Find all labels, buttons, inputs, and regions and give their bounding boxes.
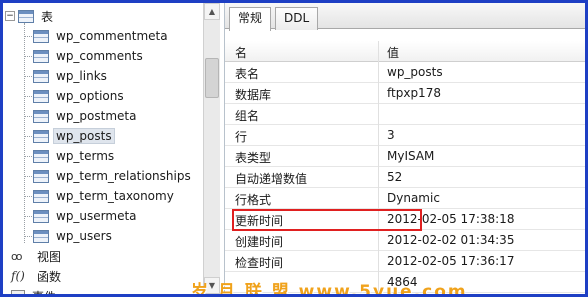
highlight-box	[232, 209, 422, 231]
property-name: 行	[235, 130, 248, 144]
table-icon	[33, 149, 49, 163]
tree-item-table[interactable]: wp_term_relationships	[33, 166, 194, 186]
window-frame: − 表 wp_commentmeta wp_comments wp_links wp_…	[0, 0, 588, 297]
property-row[interactable]: 检查时间 2012-02-05 17:36:17	[225, 251, 585, 272]
tree-item-label: wp_comments	[56, 49, 143, 63]
table-icon	[33, 209, 49, 223]
table-icon	[33, 109, 49, 123]
table-icon	[33, 229, 49, 243]
tree-root-label: 表	[41, 9, 54, 24]
property-row[interactable]: 自动递增数值 52	[225, 167, 585, 188]
property-value: 2012-02-02 01:34:35	[387, 233, 515, 247]
property-name: 组名	[235, 109, 260, 123]
table-icon	[33, 169, 49, 183]
column-divider	[378, 125, 379, 146]
column-divider	[378, 230, 379, 251]
property-row[interactable]: 表类型 MyISAM	[225, 146, 585, 167]
tree-item-label: 事件	[29, 287, 59, 295]
column-divider	[378, 146, 379, 167]
tree-item-label: wp_postmeta	[56, 109, 137, 123]
table-icon	[33, 29, 49, 43]
tree-item-label: 视图	[37, 249, 62, 264]
tree-item-views[interactable]: oo 视图	[11, 246, 64, 266]
table-icon	[33, 69, 49, 83]
view-icon: oo	[11, 249, 22, 263]
tree-item-label: wp_users	[56, 229, 112, 243]
column-divider	[378, 104, 379, 125]
property-row[interactable]: 创建时间 2012-02-02 01:34:35	[225, 230, 585, 251]
property-name: 数据库	[235, 88, 272, 102]
header-name: 名	[235, 46, 248, 60]
tree-item-table[interactable]: wp_commentmeta	[33, 26, 171, 46]
tree-item-table[interactable]: wp_usermeta	[33, 206, 140, 226]
tree-scrollbar[interactable]: ▲ ▼	[203, 3, 220, 294]
tree-item-table[interactable]: wp_comments	[33, 46, 146, 66]
tree-item-events[interactable]: 事件	[11, 286, 59, 294]
tab-bar: 常规 DDL	[225, 3, 585, 31]
tab-general[interactable]: 常规	[229, 7, 272, 31]
tree-item-label: wp_posts	[53, 128, 115, 144]
object-tree: − 表 wp_commentmeta wp_comments wp_links wp_…	[3, 3, 203, 294]
tree-root-tables[interactable]: − 表	[5, 6, 56, 26]
column-divider	[378, 83, 379, 104]
tree-item-table[interactable]: wp_postmeta	[33, 106, 139, 126]
column-divider	[378, 251, 379, 272]
column-divider	[378, 167, 379, 188]
property-value: 3	[387, 128, 395, 142]
property-value: wp_posts	[387, 65, 443, 79]
column-divider	[378, 41, 379, 62]
tree-item-label: 函数	[37, 269, 62, 284]
property-row[interactable]: 数据库 ftpxp178	[225, 83, 585, 104]
tree-item-label: wp_usermeta	[56, 209, 137, 223]
property-value: 2012-02-05 17:36:17	[387, 254, 515, 268]
property-value: Dynamic	[387, 191, 440, 205]
property-name: 检查时间	[235, 256, 284, 270]
property-name: 行格式	[235, 193, 272, 207]
table-icon	[33, 129, 49, 143]
property-row[interactable]: 表名 wp_posts	[225, 62, 585, 83]
tree-item-label: wp_options	[56, 89, 124, 103]
tree-item-table[interactable]: wp_terms	[33, 146, 117, 166]
tree-item-label: wp_links	[56, 69, 107, 83]
property-row[interactable]: 组名	[225, 104, 585, 125]
column-divider	[378, 188, 379, 209]
property-name: 创建时间	[235, 235, 284, 249]
tree-item-label: wp_term_taxonomy	[56, 189, 174, 203]
properties-panel: 常规 DDL 名 值 表名 wp_posts 数据库 ftpxp178 组名行 3 表类型 M…	[224, 3, 585, 294]
column-divider	[378, 62, 379, 83]
property-value: 52	[387, 170, 403, 184]
table-icon	[33, 89, 49, 103]
tree-item-label: wp_term_relationships	[56, 169, 191, 183]
tree-item-table[interactable]: wp_posts	[33, 126, 115, 146]
tables-folder-icon	[18, 9, 34, 23]
function-icon: f()	[11, 269, 25, 283]
scroll-up-icon[interactable]: ▲	[204, 3, 220, 20]
tab-ddl[interactable]: DDL	[275, 7, 319, 30]
tree-item-table[interactable]: wp_term_taxonomy	[33, 186, 177, 206]
tree-item-table[interactable]: wp_users	[33, 226, 115, 246]
tree-item-functions[interactable]: f() 函数	[11, 266, 64, 286]
property-value: MyISAM	[387, 149, 435, 163]
table-icon	[33, 49, 49, 63]
tree-item-label: wp_terms	[56, 149, 115, 163]
scrollbar-thumb[interactable]	[205, 58, 219, 98]
expand-toggle-icon[interactable]: −	[5, 11, 15, 21]
tree-item-table[interactable]: wp_links	[33, 66, 110, 86]
property-value: ftpxp178	[387, 86, 441, 100]
property-row[interactable]: 行格式 Dynamic	[225, 188, 585, 209]
property-row[interactable]: 行3	[225, 125, 585, 146]
header-value: 值	[387, 46, 400, 60]
watermark: 岁 月 联 盟 www.5yue.com	[191, 282, 468, 297]
property-name: 自动递增数值	[235, 172, 308, 186]
event-icon	[11, 290, 25, 294]
property-name: 表类型	[235, 151, 272, 165]
tree-item-table[interactable]: wp_options	[33, 86, 127, 106]
table-icon	[33, 189, 49, 203]
grid-header: 名 值	[225, 41, 585, 62]
property-name: 表名	[235, 67, 260, 81]
tree-item-label: wp_commentmeta	[56, 29, 168, 43]
